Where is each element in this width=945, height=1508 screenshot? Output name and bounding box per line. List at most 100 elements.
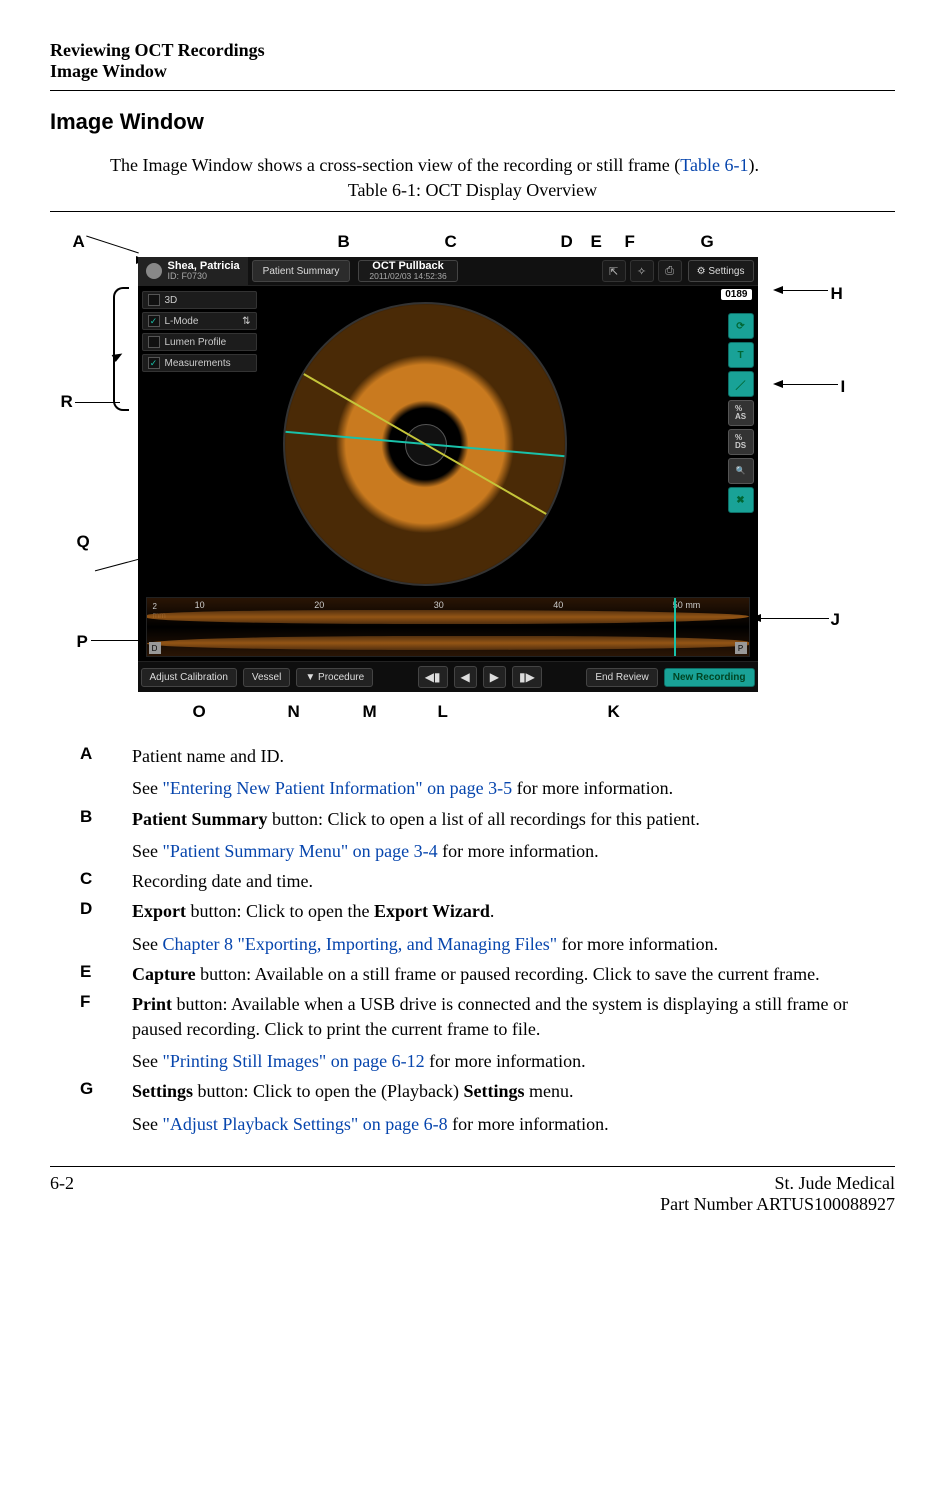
topbar: Shea, Patricia ID: F0730 Patient Summary… bbox=[138, 257, 758, 286]
vessel-button[interactable]: Vessel bbox=[243, 668, 290, 687]
checkbox-lumen[interactable] bbox=[148, 336, 160, 348]
table-ref-link[interactable]: Table 6-1 bbox=[680, 155, 748, 175]
def-F-main: Print button: Available when a USB drive… bbox=[132, 994, 848, 1038]
def-body-A: Patient name and ID. See "Entering New P… bbox=[120, 744, 895, 801]
patient-block[interactable]: Shea, Patricia ID: F0730 bbox=[138, 257, 248, 285]
def-G-sub-pre: See bbox=[132, 1114, 163, 1134]
def-G-sub-post: for more information. bbox=[448, 1114, 609, 1134]
def-B-main: Patient Summary button: Click to open a … bbox=[132, 809, 700, 829]
play-back-button[interactable]: ◀ bbox=[454, 666, 477, 688]
def-D-main: Export button: Click to open the Export … bbox=[132, 901, 494, 921]
callout-H: H bbox=[831, 284, 843, 304]
tool-ds[interactable]: % DS bbox=[728, 429, 754, 455]
view-options-panel: 3D L-Mode ⇅ Lumen Profile Measurements bbox=[142, 291, 257, 375]
callout-B: B bbox=[338, 232, 350, 252]
def-B-sub-post: for more information. bbox=[438, 841, 599, 861]
callout-Q: Q bbox=[77, 532, 90, 552]
def-C-main: Recording date and time. bbox=[132, 871, 313, 891]
patient-summary-button[interactable]: Patient Summary bbox=[252, 260, 351, 282]
def-B-bold: Patient Summary bbox=[132, 809, 267, 829]
def-body-F: Print button: Available when a USB drive… bbox=[120, 992, 895, 1073]
tick-40: 40 bbox=[553, 600, 563, 610]
option-measurements[interactable]: Measurements bbox=[142, 354, 257, 372]
link-entering-patient-info[interactable]: "Entering New Patient Information" on pa… bbox=[163, 778, 513, 798]
brace-R bbox=[113, 287, 129, 411]
def-E-post: button: Available on a still frame or pa… bbox=[196, 964, 820, 984]
running-header-section: Image Window bbox=[50, 61, 895, 82]
callout-I: I bbox=[841, 377, 846, 397]
def-body-B: Patient Summary button: Click to open a … bbox=[120, 807, 895, 864]
callout-R: R bbox=[61, 392, 73, 412]
capture-icon[interactable]: ✧ bbox=[630, 260, 654, 282]
lmode-scale: 10 20 30 40 50 mm bbox=[147, 600, 749, 610]
lmode-strip[interactable]: 10 20 30 40 50 mm 2 mm 2 D P bbox=[146, 597, 750, 657]
callout-P: P bbox=[77, 632, 88, 652]
checkbox-meas[interactable] bbox=[148, 357, 160, 369]
option-3d-label: 3D bbox=[165, 295, 178, 306]
play-forward-button[interactable]: ▶ bbox=[483, 666, 506, 688]
bottom-bar: Adjust Calibration Vessel ▼ Procedure ◀▮… bbox=[138, 661, 758, 692]
lmode-cursor[interactable] bbox=[674, 598, 676, 656]
option-lmode[interactable]: L-Mode ⇅ bbox=[142, 312, 257, 330]
export-icon[interactable]: ⇱ bbox=[602, 260, 626, 282]
callout-C: C bbox=[445, 232, 457, 252]
callout-definitions: A Patient name and ID. See "Entering New… bbox=[50, 744, 895, 1136]
lmode-dropdown-icon[interactable]: ⇅ bbox=[242, 316, 250, 327]
tick-30: 30 bbox=[434, 600, 444, 610]
patient-name-block: Shea, Patricia ID: F0730 bbox=[168, 260, 240, 282]
settings-label: Settings bbox=[708, 266, 744, 277]
def-F-post: button: Available when a USB drive is co… bbox=[132, 994, 848, 1038]
option-lumen-label: Lumen Profile bbox=[165, 337, 227, 348]
oct-cross-section[interactable] bbox=[283, 302, 567, 586]
proximal-marker[interactable]: P bbox=[735, 642, 747, 654]
def-E-bold: Capture bbox=[132, 964, 196, 984]
tick-50: 50 mm bbox=[673, 600, 701, 610]
header-rule bbox=[50, 90, 895, 91]
arrow-J bbox=[761, 618, 829, 619]
option-lumen[interactable]: Lumen Profile bbox=[142, 333, 257, 351]
tool-as[interactable]: % AS bbox=[728, 400, 754, 426]
footer-company: St. Jude Medical bbox=[660, 1173, 895, 1194]
procedure-dropdown[interactable]: ▼ Procedure bbox=[296, 668, 373, 687]
end-review-button[interactable]: End Review bbox=[586, 668, 657, 687]
settings-button[interactable]: ⚙ Settings bbox=[688, 260, 754, 282]
link-adjust-playback-settings[interactable]: "Adjust Playback Settings" on page 6-8 bbox=[163, 1114, 448, 1134]
def-B: B Patient Summary button: Click to open … bbox=[50, 807, 895, 864]
tool-reset-icon[interactable]: ✖ bbox=[728, 487, 754, 513]
intro-paragraph: The Image Window shows a cross-section v… bbox=[110, 155, 895, 176]
option-meas-label: Measurements bbox=[165, 358, 231, 369]
cutline-yellow[interactable] bbox=[294, 368, 555, 520]
gear-icon: ⚙ bbox=[697, 266, 706, 277]
checkbox-lmode[interactable] bbox=[148, 315, 160, 327]
def-F-bold: Print bbox=[132, 994, 172, 1014]
def-letter-F: F bbox=[50, 992, 120, 1073]
arrow-A bbox=[86, 236, 139, 254]
tool-palette: ⟳ T ／ % AS % DS 🔍 ✖ bbox=[728, 313, 754, 516]
callout-N: N bbox=[288, 702, 300, 722]
step-back-button[interactable]: ◀▮ bbox=[418, 666, 448, 688]
link-chapter-8[interactable]: Chapter 8 "Exporting, Importing, and Man… bbox=[163, 934, 558, 954]
patient-id: ID: F0730 bbox=[168, 272, 240, 282]
distal-marker[interactable]: D bbox=[149, 642, 161, 654]
caption-rule bbox=[50, 211, 895, 212]
link-printing-still-images[interactable]: "Printing Still Images" on page 6-12 bbox=[163, 1051, 425, 1071]
tool-text-icon[interactable]: T bbox=[728, 342, 754, 368]
link-patient-summary-menu[interactable]: "Patient Summary Menu" on page 3-4 bbox=[163, 841, 438, 861]
new-recording-button[interactable]: New Recording bbox=[664, 668, 755, 687]
def-letter-G: G bbox=[50, 1079, 120, 1136]
step-forward-button[interactable]: ▮▶ bbox=[512, 666, 542, 688]
callout-A: A bbox=[73, 232, 85, 252]
def-A-sub-post: for more information. bbox=[512, 778, 673, 798]
option-lmode-label: L-Mode bbox=[165, 316, 199, 327]
def-A-sub: See "Entering New Patient Information" o… bbox=[132, 776, 895, 800]
tool-zoom-icon[interactable]: 🔍 bbox=[728, 458, 754, 484]
print-icon[interactable]: ⎙ bbox=[658, 260, 682, 282]
checkbox-3d[interactable] bbox=[148, 294, 160, 306]
tool-refresh-icon[interactable]: ⟳ bbox=[728, 313, 754, 339]
avatar-icon bbox=[146, 263, 162, 279]
callout-D: D bbox=[561, 232, 573, 252]
tool-line-icon[interactable]: ／ bbox=[728, 371, 754, 397]
adjust-calibration-button[interactable]: Adjust Calibration bbox=[141, 668, 237, 687]
arrow-I bbox=[783, 384, 838, 385]
option-3d[interactable]: 3D bbox=[142, 291, 257, 309]
